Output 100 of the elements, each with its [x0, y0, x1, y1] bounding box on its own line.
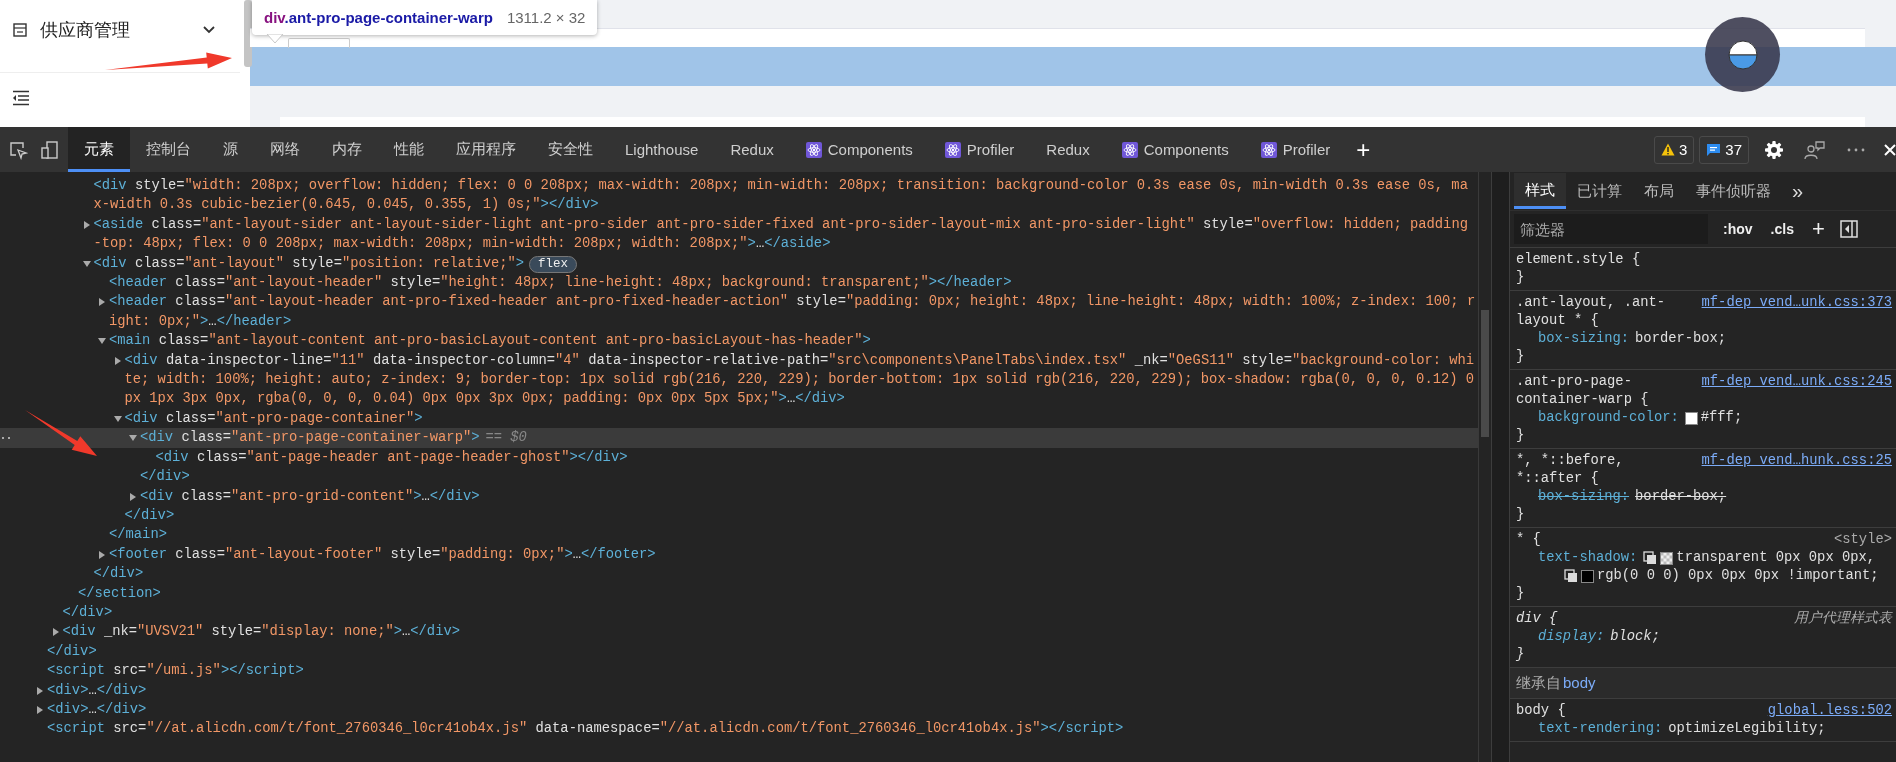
expand-triangle-icon[interactable] — [51, 628, 60, 637]
styles-tab[interactable]: 布局 — [1633, 173, 1685, 209]
dom-tree-row[interactable]: </div> — [0, 602, 1478, 623]
color-swatch[interactable] — [1660, 551, 1674, 565]
toggle-sidebar-icon[interactable] — [1839, 220, 1858, 238]
color-swatch[interactable] — [1684, 411, 1698, 425]
devtools-tab[interactable]: 安全性 — [532, 127, 609, 172]
expand-triangle-icon[interactable] — [36, 705, 44, 714]
messages-counter[interactable]: 37 — [1699, 135, 1749, 164]
new-rule-button[interactable]: + — [1808, 216, 1828, 242]
dom-tree-row[interactable]: <div>…</div> — [0, 699, 1478, 720]
dom-tree-row[interactable]: </div> — [0, 564, 1478, 584]
devtools-tab[interactable]: 性能 — [378, 127, 440, 172]
expand-triangle-icon[interactable] — [36, 686, 44, 695]
inherited-label: 继承自 — [1516, 674, 1561, 692]
dom-tree-row[interactable]: </div> — [0, 641, 1478, 662]
layout-badge[interactable]: flex — [529, 255, 578, 273]
dom-tree-row[interactable]: <header class="ant-layout-header" style="height: 48px; line-height: 48px; background: transparent;"></header> — [0, 273, 1478, 293]
property-name[interactable]: background-color: — [1538, 409, 1679, 427]
dom-tree-row[interactable]: </section> — [0, 583, 1478, 603]
rule-source[interactable]: mf-dep_vend…unk.css:373 — [1701, 294, 1892, 312]
devtools-tab[interactable]: 内存 — [316, 127, 378, 172]
devtools-tab[interactable]: 源 — [207, 127, 254, 172]
expand-triangle-icon[interactable] — [98, 550, 106, 559]
rule-close-brace: } — [1516, 506, 1526, 524]
dom-tree-row[interactable]: <div class="ant-pro-page-container-warp"> == $0 — [0, 428, 1478, 448]
property-name[interactable]: box-sizing: — [1538, 488, 1630, 506]
warnings-counter[interactable]: 3 — [1653, 135, 1695, 164]
property-value: optimizeLegibility; — [1668, 720, 1826, 738]
warning-icon — [1660, 143, 1675, 156]
expand-triangle-icon[interactable] — [82, 220, 91, 229]
devtools-tab[interactable]: Components — [1105, 127, 1245, 172]
rule-source[interactable]: mf-dep_vend…hunk.css:25 — [1701, 452, 1892, 470]
add-tab-button[interactable]: + — [1346, 135, 1381, 164]
dom-node-markup: </div> — [140, 469, 190, 485]
property-name[interactable]: text-rendering: — [1538, 720, 1663, 738]
rule-close-brace: } — [1516, 269, 1526, 287]
selected-node-marker: == $0 — [485, 430, 527, 446]
scrollbar-thumb[interactable] — [244, 0, 252, 67]
dom-node-markup: <div class="ant-pro-grid-content">…</div> — [140, 488, 480, 504]
devtools-tab[interactable]: 元素 — [68, 127, 130, 172]
dom-tree-row[interactable]: <div class="ant-pro-page-container"> — [0, 408, 1478, 429]
dom-tree-row[interactable]: <main class="ant-layout-content ant-pro-basicLayout-content ant-pro-basicLayout-has-header"> — [0, 331, 1478, 351]
shadow-editor-icon[interactable] — [1564, 569, 1578, 583]
rule-source[interactable]: mf-dep_vend…unk.css:245 — [1701, 373, 1892, 391]
dom-tree-row[interactable]: <script src="/umi.js"></script> — [0, 661, 1478, 681]
dom-node-markup: </main> — [109, 527, 167, 543]
dom-tree-row[interactable]: <div _nk="UVSV21" style="display: none;">…</div> — [0, 622, 1478, 642]
property-name[interactable]: display: — [1538, 628, 1605, 646]
styles-tab[interactable]: 事件侦听器 — [1685, 173, 1782, 209]
scrollbar-thumb[interactable] — [1481, 310, 1489, 437]
hov-button[interactable]: :hov — [1720, 221, 1756, 237]
cls-button[interactable]: .cls — [1767, 221, 1797, 237]
devtools-tab[interactable]: 网络 — [254, 127, 316, 172]
dom-node-markup: </div> — [62, 604, 113, 620]
property-value: transparent 0px 0px 0px, — [1676, 549, 1876, 567]
react-icon — [1260, 141, 1277, 158]
settings-icon[interactable] — [1764, 139, 1784, 160]
close-icon[interactable] — [1884, 143, 1896, 156]
styles-tab[interactable]: 已计算 — [1566, 173, 1633, 209]
dom-tree-row[interactable]: <header class="ant-layout-header ant-pro-fixed-header ant-pro-fixed-header-action" style="padding: 0px; height: 48px; line-height: 48px; width: 100%; z-index: 100; right: 0px;">…</header> — [0, 292, 1478, 332]
more-tabs-button[interactable]: » — [1782, 179, 1814, 203]
device-icon[interactable] — [40, 139, 60, 160]
more-icon[interactable] — [1846, 146, 1866, 153]
shadow-editor-icon[interactable] — [1643, 551, 1658, 565]
devtools-tab[interactable]: Lighthouse — [609, 127, 715, 172]
property-name[interactable]: box-sizing: — [1538, 330, 1630, 348]
color-swatch[interactable] — [1581, 569, 1594, 583]
expand-triangle-icon[interactable] — [129, 434, 137, 443]
devtools-tab[interactable]: Profiler — [1244, 127, 1347, 172]
dom-tree-row[interactable]: <footer class="ant-layout-footer" style="padding: 0px;">…</footer> — [0, 544, 1478, 565]
dom-node-markup: <div class="ant-pro-page-container-warp"> — [140, 430, 480, 446]
feedback-icon[interactable] — [1804, 139, 1826, 160]
expand-triangle-icon[interactable] — [129, 492, 137, 501]
devtools-tab[interactable]: 控制台 — [130, 127, 207, 172]
devtools-tab[interactable]: Redux — [1030, 127, 1106, 172]
styles-tab[interactable]: 样式 — [1514, 173, 1566, 209]
expand-triangle-icon[interactable] — [113, 356, 122, 365]
devtools-tab[interactable]: Profiler — [928, 127, 1031, 172]
devtools-tab[interactable]: 应用程序 — [440, 127, 532, 172]
expand-triangle-icon[interactable] — [98, 337, 106, 346]
inspect-icon[interactable] — [8, 139, 28, 160]
inherited-element-link[interactable]: body — [1563, 674, 1596, 692]
devtools-tab[interactable]: Components — [789, 127, 929, 172]
expand-triangle-icon[interactable] — [82, 259, 91, 268]
rule-source[interactable]: global.less:502 — [1767, 702, 1892, 720]
dom-tree-row[interactable]: <div class="ant-pro-grid-content">…</div> — [0, 486, 1478, 506]
dom-tree-row[interactable]: <div class="ant-page-header ant-page-header-ghost"></div> — [0, 447, 1478, 468]
expand-triangle-icon[interactable] — [98, 298, 106, 307]
dom-tree-row[interactable]: </div> — [0, 467, 1478, 487]
dom-tree-row[interactable]: <div>…</div> — [0, 680, 1478, 700]
dom-tree-row[interactable]: </div> — [0, 505, 1478, 526]
filter-field[interactable]: 筛选器 — [1514, 214, 1708, 244]
dom-tree-row[interactable]: <script src="//at.alicdn.com/t/font_2760346_l0cr41ob4x.js" data-namespace="//at.alicdn.com/t/font_2760346_l0cr41ob4x.js"></script> — [0, 719, 1478, 739]
dom-tree-row[interactable]: </main> — [0, 525, 1478, 545]
property-name[interactable]: text-shadow: — [1538, 549, 1638, 567]
devtools-tab[interactable]: Redux — [714, 127, 790, 172]
menu-fold-icon[interactable] — [12, 90, 30, 106]
dom-tree-row[interactable]: <div class="ant-layout" style="position: relative;"> flex — [0, 253, 1478, 274]
expand-triangle-icon[interactable] — [113, 414, 122, 423]
